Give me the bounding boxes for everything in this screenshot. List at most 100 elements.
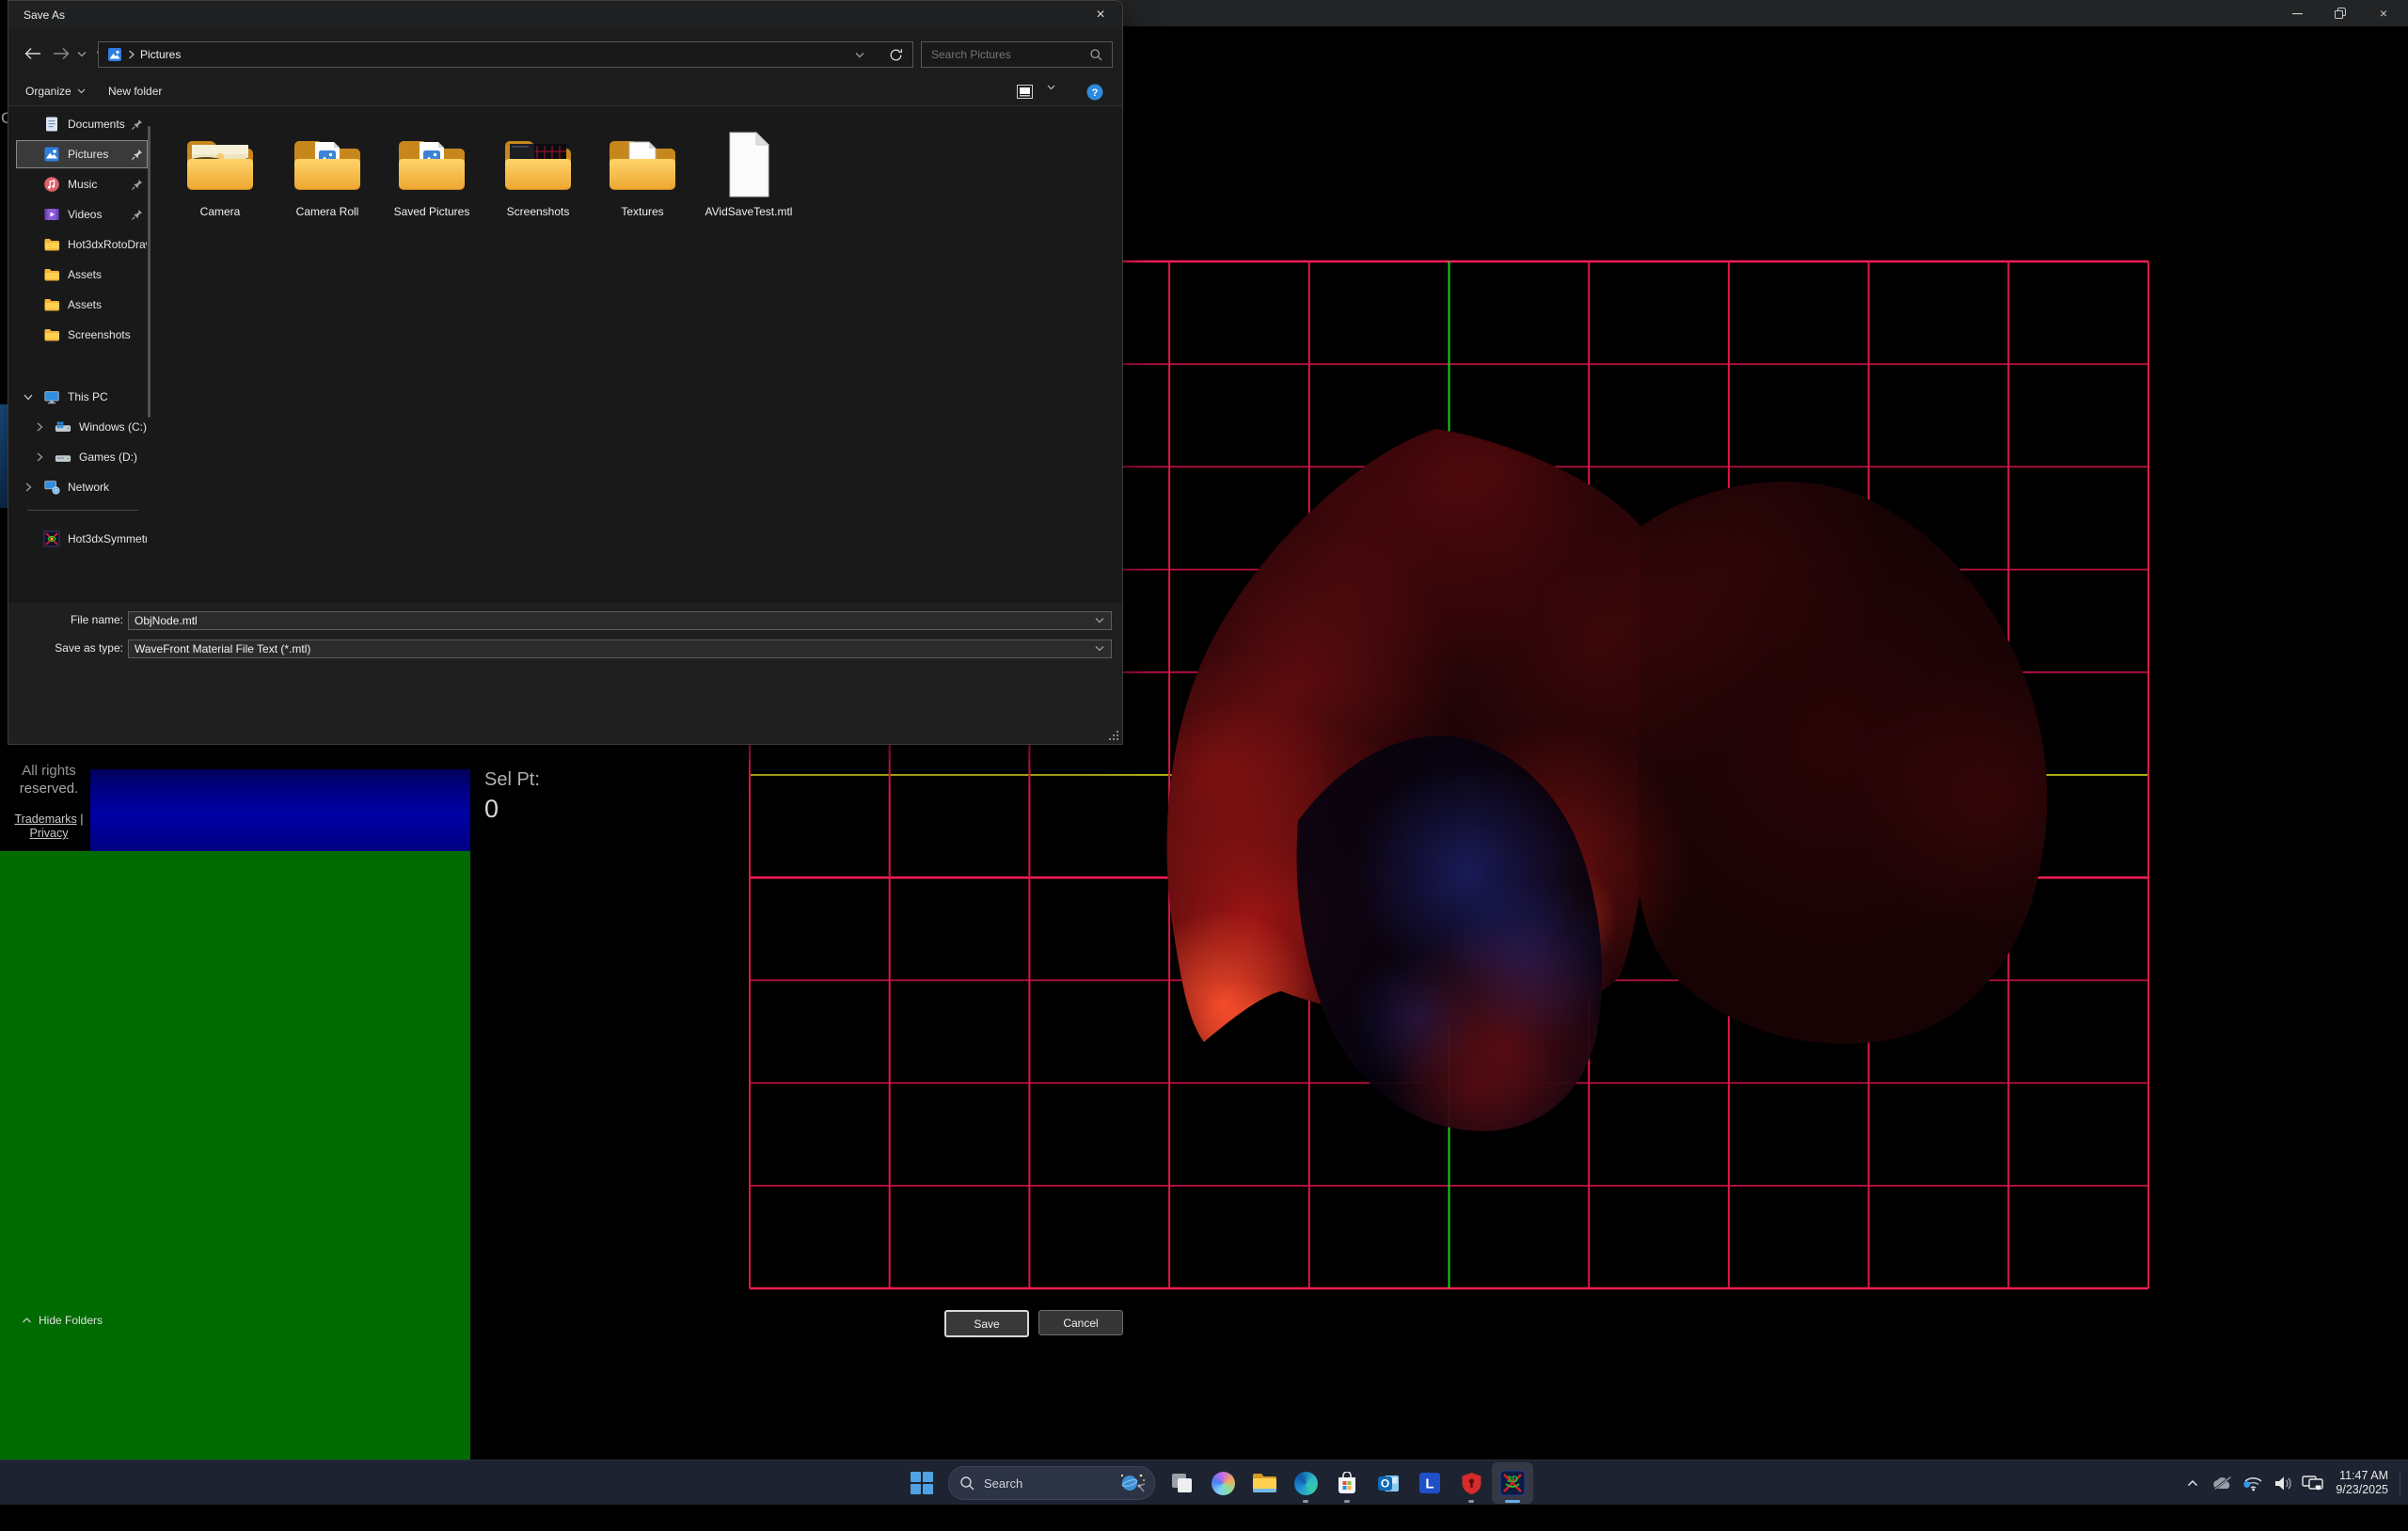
chevron-down-icon bbox=[77, 51, 87, 57]
cancel-button[interactable]: Cancel bbox=[1038, 1310, 1123, 1335]
new-folder-button[interactable]: New folder bbox=[108, 85, 162, 98]
hide-folders-button[interactable]: Hide Folders bbox=[22, 1314, 103, 1327]
recent-locations-button[interactable] bbox=[74, 42, 89, 65]
active-indicator bbox=[1505, 1500, 1520, 1503]
chevron-expanded-icon bbox=[23, 391, 34, 402]
taskbar-clock[interactable]: 11:47 AM 9/23/2025 bbox=[2336, 1469, 2388, 1497]
file-item-screenshots[interactable]: Screenshots bbox=[488, 131, 588, 236]
chevron-down-icon bbox=[1095, 645, 1104, 652]
refresh-button[interactable] bbox=[879, 48, 912, 62]
file-name-input[interactable] bbox=[129, 613, 1077, 628]
file-label: Camera Roll bbox=[277, 205, 377, 218]
folder-photo-icon bbox=[180, 131, 261, 200]
dialog-close-button[interactable]: × bbox=[1079, 1, 1122, 29]
tray-chevron-button[interactable] bbox=[2179, 1464, 2206, 1502]
file-label: Saved Pictures bbox=[382, 205, 482, 218]
save-as-type-select[interactable]: WaveFront Material File Text (*.mtl) bbox=[128, 639, 1112, 658]
search-icon bbox=[1090, 49, 1102, 61]
sel-pt-value: 0 bbox=[484, 795, 540, 824]
help-button[interactable]: ? bbox=[1086, 84, 1103, 101]
sidebar-item-hot3dxrotodraw[interactable]: Hot3dxRotoDraw bbox=[16, 230, 148, 259]
chevron-down-icon bbox=[1047, 85, 1055, 90]
background-blue-sliver bbox=[0, 404, 8, 508]
back-button[interactable] bbox=[22, 42, 44, 65]
viewport-3d-object bbox=[1035, 290, 2135, 1178]
file-item-avidsavetest[interactable]: AVidSaveTest.mtl bbox=[699, 131, 799, 236]
organize-button[interactable]: Organize bbox=[25, 85, 86, 98]
sidebar-item-this-pc[interactable]: This PC bbox=[16, 383, 148, 411]
dialog-titlebar[interactable]: Save As × bbox=[8, 1, 1122, 29]
forward-arrow-icon bbox=[53, 47, 70, 60]
folder-image-icon bbox=[287, 131, 368, 200]
l-app-button[interactable]: L bbox=[1409, 1462, 1450, 1504]
sidebar-item-documents[interactable]: Documents bbox=[16, 110, 148, 138]
start-button[interactable] bbox=[901, 1462, 943, 1504]
file-item-camera[interactable]: Camera bbox=[170, 131, 270, 236]
search-input[interactable] bbox=[922, 47, 1084, 62]
pin-icon bbox=[131, 209, 143, 221]
sidebar-item-network[interactable]: Network bbox=[16, 473, 148, 501]
running-indicator bbox=[1303, 1500, 1308, 1503]
breadcrumb: Pictures bbox=[99, 47, 181, 62]
search-box[interactable] bbox=[921, 41, 1113, 68]
sidebar-scrollbar[interactable] bbox=[148, 126, 150, 418]
address-dropdown-button[interactable] bbox=[841, 52, 879, 58]
file-name-field[interactable] bbox=[128, 611, 1112, 630]
app-restore-button[interactable] bbox=[2320, 0, 2361, 26]
taskbar-search[interactable]: Search bbox=[948, 1466, 1155, 1500]
svg-text:L: L bbox=[1425, 1476, 1434, 1492]
sidebar-separator bbox=[27, 510, 138, 511]
volume-tray-icon[interactable] bbox=[2270, 1464, 2296, 1502]
view-mode-button[interactable] bbox=[1017, 85, 1033, 99]
sidebar-item-music[interactable]: Music bbox=[16, 170, 148, 198]
sidebar-item-games-d[interactable]: Games (D:) bbox=[16, 443, 148, 471]
sidebar-item-screenshots[interactable]: Screenshots bbox=[16, 321, 148, 349]
cloud-off-icon bbox=[2212, 1476, 2233, 1491]
sidebar-item-windows-c[interactable]: Windows (C:) bbox=[16, 413, 148, 441]
screens-heart-icon bbox=[2302, 1475, 2324, 1492]
hot3dx-app-button[interactable]: 3D bbox=[1492, 1462, 1533, 1504]
edge-button[interactable] bbox=[1285, 1462, 1326, 1504]
address-bar[interactable]: Pictures bbox=[98, 41, 913, 68]
microsoft-store-button[interactable] bbox=[1326, 1462, 1368, 1504]
file-item-saved-pictures[interactable]: Saved Pictures bbox=[382, 131, 482, 236]
network-tray-icon[interactable] bbox=[2240, 1464, 2266, 1502]
onedrive-tray-icon[interactable] bbox=[2210, 1464, 2236, 1502]
folder-icon bbox=[43, 296, 60, 313]
copilot-button[interactable] bbox=[1202, 1462, 1244, 1504]
folder-texture-icon bbox=[602, 131, 683, 200]
microsoft-store-icon bbox=[1336, 1472, 1358, 1494]
outlook-button[interactable]: O bbox=[1368, 1462, 1409, 1504]
app-minimize-button[interactable] bbox=[2276, 0, 2318, 26]
sidebar-item-videos[interactable]: Videos bbox=[16, 200, 148, 229]
forward-button[interactable] bbox=[50, 42, 72, 65]
sidebar-item-pictures[interactable]: Pictures bbox=[16, 140, 148, 168]
sidebar-item-assets-1[interactable]: Assets bbox=[16, 260, 148, 289]
cancel-label: Cancel bbox=[1063, 1317, 1098, 1330]
trademarks-link[interactable]: Trademarks bbox=[15, 813, 77, 826]
hot3dx-icon bbox=[43, 530, 60, 547]
task-view-button[interactable] bbox=[1161, 1462, 1202, 1504]
breadcrumb-location[interactable]: Pictures bbox=[140, 48, 181, 61]
svg-text:3D: 3D bbox=[1507, 1475, 1518, 1484]
app-close-button[interactable]: × bbox=[2363, 0, 2404, 26]
view-mode-dropdown[interactable] bbox=[1047, 85, 1055, 90]
file-explorer-button[interactable] bbox=[1244, 1462, 1285, 1504]
sidebar-item-assets-2[interactable]: Assets bbox=[16, 291, 148, 319]
folder-screenshot-icon bbox=[498, 131, 578, 200]
privacy-link[interactable]: Privacy bbox=[30, 827, 69, 840]
cast-tray-icon[interactable] bbox=[2300, 1464, 2326, 1502]
save-as-type-label: Save as type: bbox=[12, 641, 123, 655]
security-shield-icon bbox=[1461, 1472, 1482, 1495]
security-shield-button[interactable] bbox=[1450, 1462, 1492, 1504]
dialog-title: Save As bbox=[24, 8, 65, 22]
folder-image-icon bbox=[391, 131, 472, 200]
clock-date: 9/23/2025 bbox=[2336, 1483, 2388, 1497]
restore-icon bbox=[2335, 8, 2346, 19]
save-button[interactable]: Save bbox=[944, 1310, 1029, 1337]
file-item-textures[interactable]: Textures bbox=[593, 131, 692, 236]
sidebar-item-hot3dxsymmetri[interactable]: Hot3dxSymmetri bbox=[16, 525, 148, 553]
copyright-line2: reserved. bbox=[6, 780, 92, 797]
resize-grip[interactable] bbox=[1108, 730, 1119, 741]
file-item-camera-roll[interactable]: Camera Roll bbox=[277, 131, 377, 236]
